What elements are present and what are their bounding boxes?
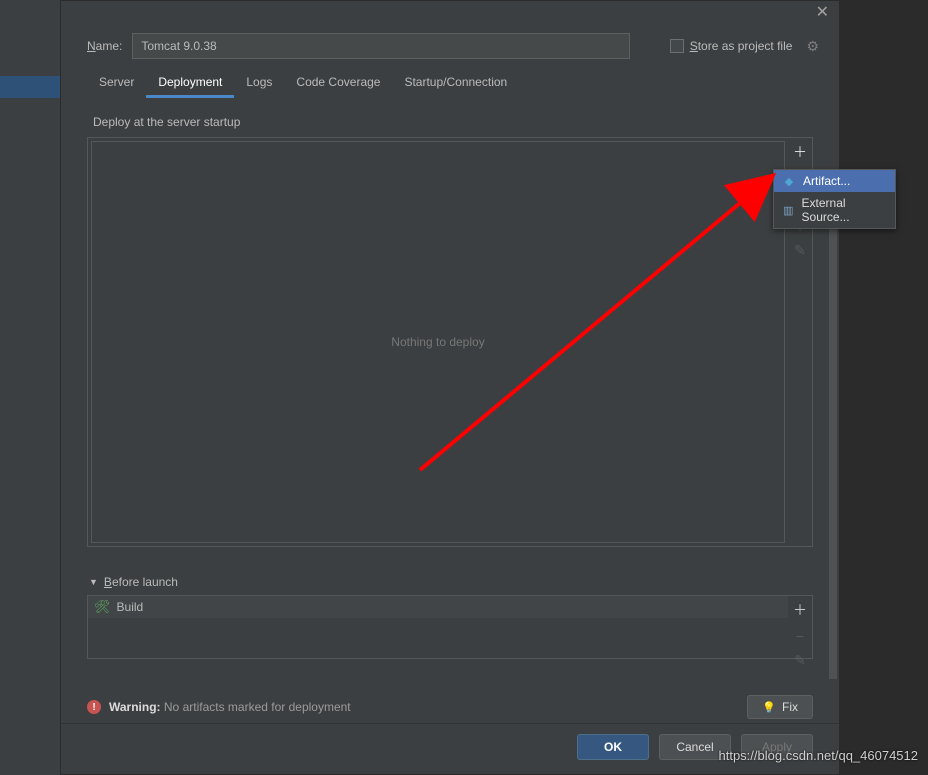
left-panel	[0, 0, 60, 775]
popup-item-external-source[interactable]: ▥ External Source...	[774, 192, 895, 228]
store-as-project-file-checkbox[interactable]: Store as project file	[670, 39, 793, 53]
before-launch-box: 🛠 Build ＋ − ✎	[87, 595, 813, 659]
gear-icon[interactable]: ⚙	[806, 38, 819, 55]
tab-logs[interactable]: Logs	[234, 69, 284, 98]
error-icon: !	[87, 700, 101, 714]
before-launch-label: Before launch	[104, 575, 178, 589]
run-config-dialog: ✕ Name: Store as project file ⚙ Server D…	[60, 0, 840, 775]
lightbulb-icon: 💡	[762, 701, 776, 714]
popup-item-artifact[interactable]: ◆ Artifact...	[774, 170, 895, 192]
before-launch-tools: ＋ − ✎	[788, 596, 812, 658]
tabs: Server Deployment Logs Code Coverage Sta…	[61, 69, 839, 99]
add-popup-menu: ◆ Artifact... ▥ External Source...	[773, 169, 896, 229]
deploy-list[interactable]: Nothing to deploy	[91, 141, 785, 543]
before-launch-list[interactable]: 🛠 Build	[88, 596, 788, 658]
tab-code-coverage[interactable]: Code Coverage	[284, 69, 392, 98]
content-scrollbar[interactable]	[829, 179, 837, 679]
watermark: https://blog.csdn.net/qq_46074512	[719, 748, 919, 763]
before-launch-header[interactable]: ▼ Before launch	[89, 575, 813, 589]
deploy-list-box: Nothing to deploy ＋ − ▲ ▼ ✎	[87, 137, 813, 547]
scrollbar-thumb[interactable]	[829, 179, 837, 679]
tab-server[interactable]: Server	[87, 69, 146, 98]
left-panel-selected-item[interactable]	[0, 76, 60, 98]
store-label: Store as project file	[690, 39, 793, 53]
background-right	[840, 0, 928, 775]
deploy-section-label: Deploy at the server startup	[93, 115, 813, 129]
before-launch-item-label: Build	[117, 600, 144, 614]
disclosure-triangle-icon: ▼	[89, 577, 98, 587]
deploy-empty-text: Nothing to deploy	[391, 335, 484, 349]
list-item[interactable]: 🛠 Build	[88, 596, 788, 618]
close-icon[interactable]: ✕	[816, 2, 829, 22]
hammer-icon: 🛠	[94, 599, 111, 615]
add-icon[interactable]: ＋	[793, 142, 807, 162]
tab-startup-connection[interactable]: Startup/Connection	[392, 69, 519, 98]
fix-button[interactable]: 💡 Fix	[747, 695, 813, 719]
name-input[interactable]	[132, 33, 629, 59]
checkbox-icon	[670, 39, 684, 53]
external-source-icon: ▥	[782, 203, 795, 217]
add-icon[interactable]: ＋	[793, 600, 807, 620]
warning-text: Warning: No artifacts marked for deploym…	[109, 700, 351, 714]
remove-icon[interactable]: −	[796, 628, 804, 644]
edit-icon[interactable]: ✎	[794, 652, 806, 669]
tab-deployment[interactable]: Deployment	[146, 69, 234, 98]
artifact-icon: ◆	[782, 174, 796, 188]
name-label: Name:	[87, 39, 122, 53]
edit-icon[interactable]: ✎	[794, 242, 806, 259]
ok-button[interactable]: OK	[577, 734, 649, 760]
